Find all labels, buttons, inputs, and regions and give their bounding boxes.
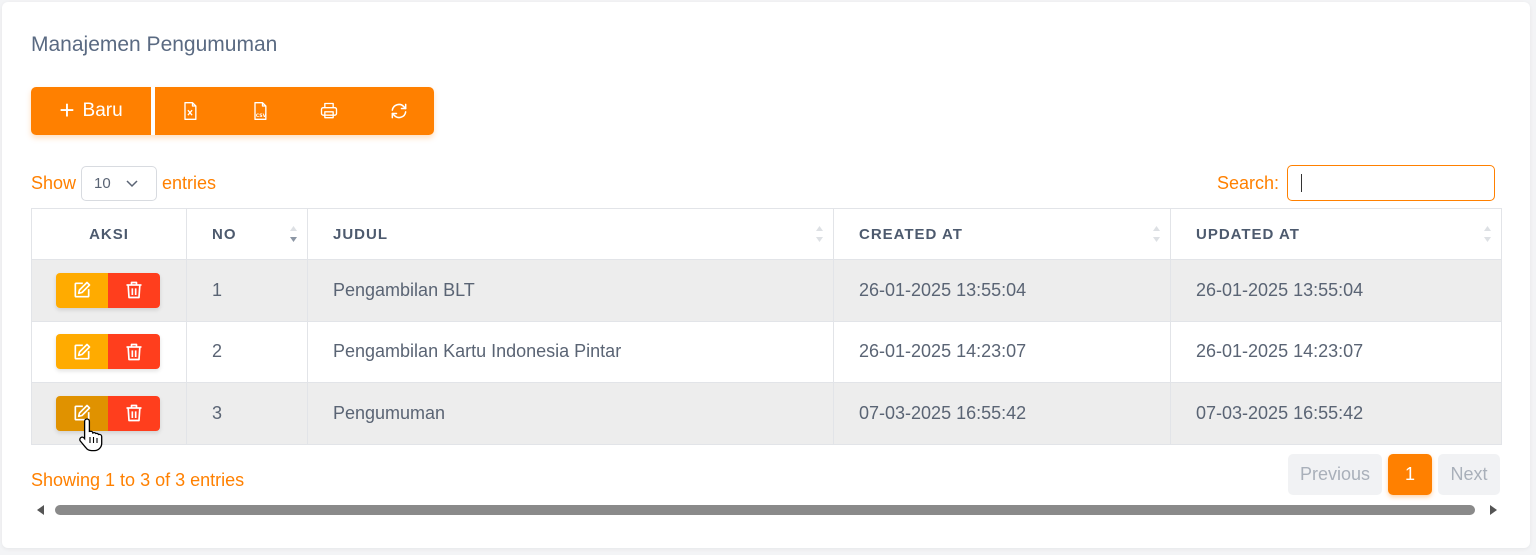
cell-created-at: 26-01-2025 14:23:07 — [833, 320, 1171, 383]
new-button[interactable]: + Baru — [31, 87, 151, 135]
printer-icon — [321, 102, 338, 119]
horizontal-scrollbar[interactable] — [35, 502, 1501, 518]
column-header-judul[interactable]: JUDUL — [307, 208, 834, 260]
column-header-created-at[interactable]: CREATED AT — [833, 208, 1171, 260]
refresh-button[interactable] — [364, 87, 434, 135]
action-cell — [31, 320, 187, 383]
text-caret — [1301, 174, 1302, 192]
action-cell — [31, 382, 187, 445]
export-button-group: CSV — [155, 87, 434, 135]
svg-text:CSV: CSV — [255, 113, 266, 119]
show-label: Show — [31, 172, 77, 193]
chevron-down-icon — [126, 180, 138, 188]
trash-icon — [126, 404, 142, 422]
cell-created-at: 07-03-2025 16:55:42 — [833, 382, 1171, 445]
scrollbar-thumb[interactable] — [55, 505, 1475, 515]
new-button-label: Baru — [82, 100, 123, 121]
entries-select-value: 10 — [94, 174, 111, 192]
export-excel-button[interactable] — [155, 87, 225, 135]
previous-page-button[interactable]: Previous — [1288, 454, 1382, 495]
cell-no: 1 — [186, 259, 308, 322]
delete-button[interactable] — [108, 334, 160, 370]
csv-file-icon: CSV — [253, 102, 266, 121]
sort-icon — [816, 226, 823, 242]
cell-updated-at: 26-01-2025 13:55:04 — [1170, 259, 1502, 322]
table-row: 3 Pengumuman 07-03-2025 16:55:42 07-03-2… — [31, 382, 1502, 445]
toolbar: + Baru CSV — [31, 87, 434, 135]
refresh-icon — [391, 103, 407, 119]
table-info: Showing 1 to 3 of 3 entries — [31, 470, 245, 490]
cell-updated-at: 07-03-2025 16:55:42 — [1170, 382, 1502, 445]
announcement-table: AKSI NO JUDUL CREATED AT UPDATED AT 1 Pe… — [31, 208, 1502, 445]
cell-judul: Pengambilan Kartu Indonesia Pintar — [307, 320, 834, 383]
announcement-card: Manajemen Pengumuman + Baru CSV Show 10 … — [2, 2, 1530, 548]
action-cell — [31, 259, 187, 322]
cell-judul: Pengumuman — [307, 382, 834, 445]
table-row: 2 Pengambilan Kartu Indonesia Pintar 26-… — [31, 320, 1502, 383]
scroll-right-arrow-icon[interactable] — [1490, 505, 1497, 515]
export-csv-button[interactable]: CSV — [225, 87, 295, 135]
next-page-button[interactable]: Next — [1438, 454, 1500, 495]
delete-button[interactable] — [108, 395, 160, 431]
column-header-updated-at[interactable]: UPDATED AT — [1170, 208, 1502, 260]
sort-icon — [1484, 226, 1491, 242]
plus-icon: + — [59, 95, 75, 125]
cell-created-at: 26-01-2025 13:55:04 — [833, 259, 1171, 322]
edit-button[interactable] — [56, 334, 108, 370]
edit-button[interactable] — [56, 272, 108, 308]
entries-select[interactable]: 10 — [81, 165, 158, 201]
length-control: Show 10 entries — [31, 165, 216, 201]
scroll-left-arrow-icon[interactable] — [37, 505, 44, 515]
edit-icon — [74, 281, 91, 298]
sort-desc-icon — [290, 226, 297, 242]
pagination: Previous 1 Next — [1288, 454, 1500, 495]
print-button[interactable] — [295, 87, 365, 135]
cell-updated-at: 26-01-2025 14:23:07 — [1170, 320, 1502, 383]
excel-file-icon — [184, 102, 197, 121]
hand-pointer-icon — [79, 418, 103, 452]
edit-icon — [74, 343, 91, 360]
sort-icon — [1153, 226, 1160, 242]
page-button-current[interactable]: 1 — [1388, 454, 1432, 495]
trash-icon — [126, 281, 142, 299]
cell-no: 3 — [186, 382, 308, 445]
column-header-aksi: AKSI — [31, 208, 187, 260]
cell-judul: Pengambilan BLT — [307, 259, 834, 322]
cell-no: 2 — [186, 320, 308, 383]
search-input[interactable] — [1287, 165, 1495, 201]
delete-button[interactable] — [108, 272, 160, 308]
search-control: Search: — [1217, 165, 1495, 201]
trash-icon — [126, 343, 142, 361]
search-label: Search: — [1216, 172, 1279, 193]
column-header-no[interactable]: NO — [186, 208, 308, 260]
page-title: Manajemen Pengumuman — [31, 33, 278, 56]
entries-label: entries — [162, 172, 217, 193]
table-row: 1 Pengambilan BLT 26-01-2025 13:55:04 26… — [31, 259, 1502, 322]
